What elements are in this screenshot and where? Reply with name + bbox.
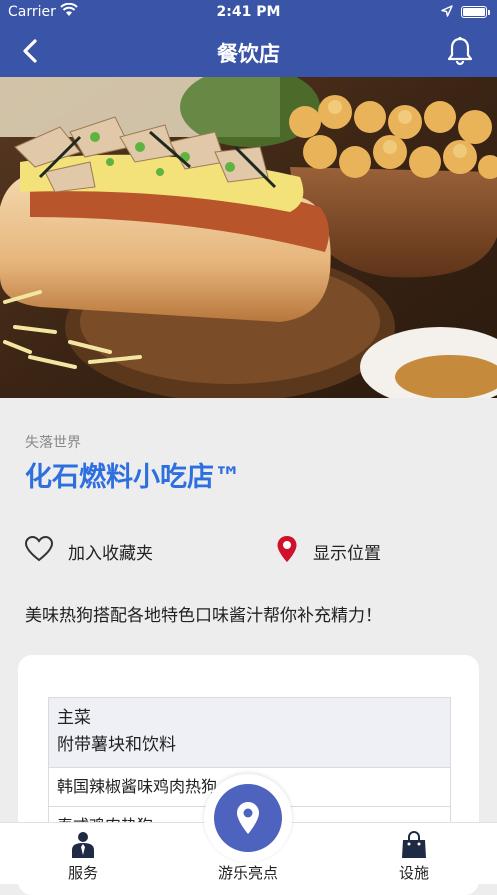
hero-image: [0, 77, 497, 398]
tab-facilities-label: 设施: [398, 864, 429, 882]
show-location-label: 显示位置: [313, 544, 381, 564]
battery-icon: [461, 6, 487, 18]
page-title: 餐饮店: [217, 42, 280, 66]
battery-tip: [488, 10, 490, 15]
menu-section-title: 主菜: [57, 708, 91, 728]
clock: 2:41 PM: [216, 4, 281, 20]
menu-section-subtitle: 附带薯块和饮料: [57, 735, 176, 755]
location-arrow-icon: [441, 5, 453, 21]
shopping-bag-icon: [402, 831, 426, 858]
navigation-bar: 餐饮店: [0, 26, 497, 77]
tab-facilities[interactable]: 设施: [374, 823, 454, 884]
bell-icon[interactable]: [444, 35, 476, 71]
highlights-fab-button[interactable]: [214, 784, 282, 852]
tab-highlights-label: 游乐亮点: [217, 864, 278, 882]
restaurant-name: 化石燃料小吃店™: [25, 462, 241, 493]
status-bar: Carrier 2:41 PM: [0, 0, 497, 26]
add-to-favorites-label: 加入收藏夹: [68, 544, 153, 564]
tab-services-label: 服务: [67, 864, 98, 882]
person-icon: [72, 832, 94, 858]
category-label: 失落世界: [25, 435, 81, 451]
menu-section-header: 主菜 附带薯块和饮料: [49, 698, 450, 768]
heart-icon: [24, 535, 54, 562]
description-text: 美味热狗搭配各地特色口味酱汁帮你补充精力！: [25, 606, 382, 626]
map-pin-icon: [277, 536, 297, 562]
tab-services[interactable]: 服务: [43, 823, 123, 884]
location-pin-icon: [237, 802, 259, 834]
